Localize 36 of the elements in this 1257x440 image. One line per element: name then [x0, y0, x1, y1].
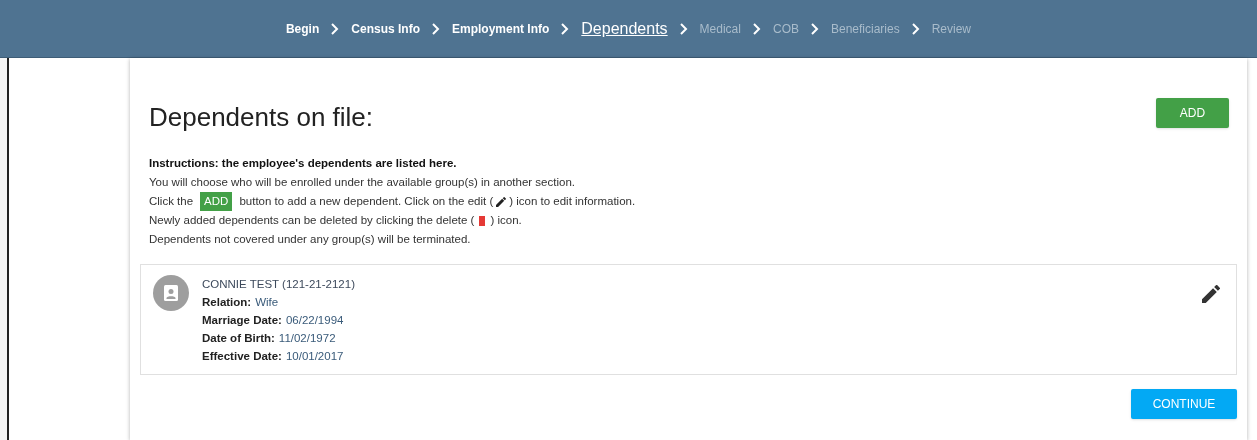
step-link[interactable]: Begin	[285, 19, 320, 38]
field-label: Effective Date:	[202, 349, 282, 364]
field-value: 11/02/1972	[278, 331, 336, 346]
pencil-icon	[1202, 284, 1220, 303]
continue-button[interactable]: CONTINUE	[1131, 389, 1237, 419]
field-value: Wife	[255, 295, 279, 310]
add-button[interactable]: ADD	[1156, 98, 1229, 128]
instruction-text: You will choose who will be enrolled under the available group(s) in another section.	[149, 175, 575, 190]
field-value: 10/01/2017	[285, 349, 344, 364]
delete-icon	[479, 215, 486, 226]
avatar-icon	[153, 275, 189, 311]
field-label: Date of Birth:	[202, 331, 275, 346]
field-value: 06/22/1994	[285, 313, 344, 328]
instruction-text: Newly added dependents can be deleted by clicking the delete (	[149, 213, 475, 228]
chevron-icon	[561, 22, 570, 35]
step-link[interactable]: Census Info	[351, 19, 420, 38]
instruction-text: ) icon to edit information.	[509, 194, 636, 209]
instruction-text: button to add a new dependent. Click on the edit (	[239, 194, 494, 209]
page-title: Dependents on file:	[149, 101, 374, 134]
chevron-icon	[431, 22, 440, 35]
instruction-text: Click the	[149, 194, 194, 209]
step-link[interactable]: Employment Info	[451, 19, 550, 38]
field-label: Relation:	[202, 295, 252, 310]
chevron-icon	[811, 22, 819, 35]
chevron-icon	[752, 22, 761, 35]
instruction-text: Dependents not covered under any group(s) will be terminated.	[149, 232, 471, 247]
instructions-heading: Instructions: the employee's dependents are listed here.	[149, 156, 458, 171]
chevron-icon	[679, 22, 688, 35]
add-badge: ADD	[200, 192, 233, 211]
pencil-icon	[496, 196, 507, 207]
dependent-name: CONNIE TEST (121-21-2121)	[202, 277, 355, 292]
chevron-icon	[911, 22, 920, 35]
field-label: Marriage Date:	[202, 313, 282, 328]
instruction-text: ) icon.	[490, 213, 522, 228]
step-link[interactable]: Dependents	[581, 16, 668, 41]
chevron-icon	[331, 22, 340, 35]
